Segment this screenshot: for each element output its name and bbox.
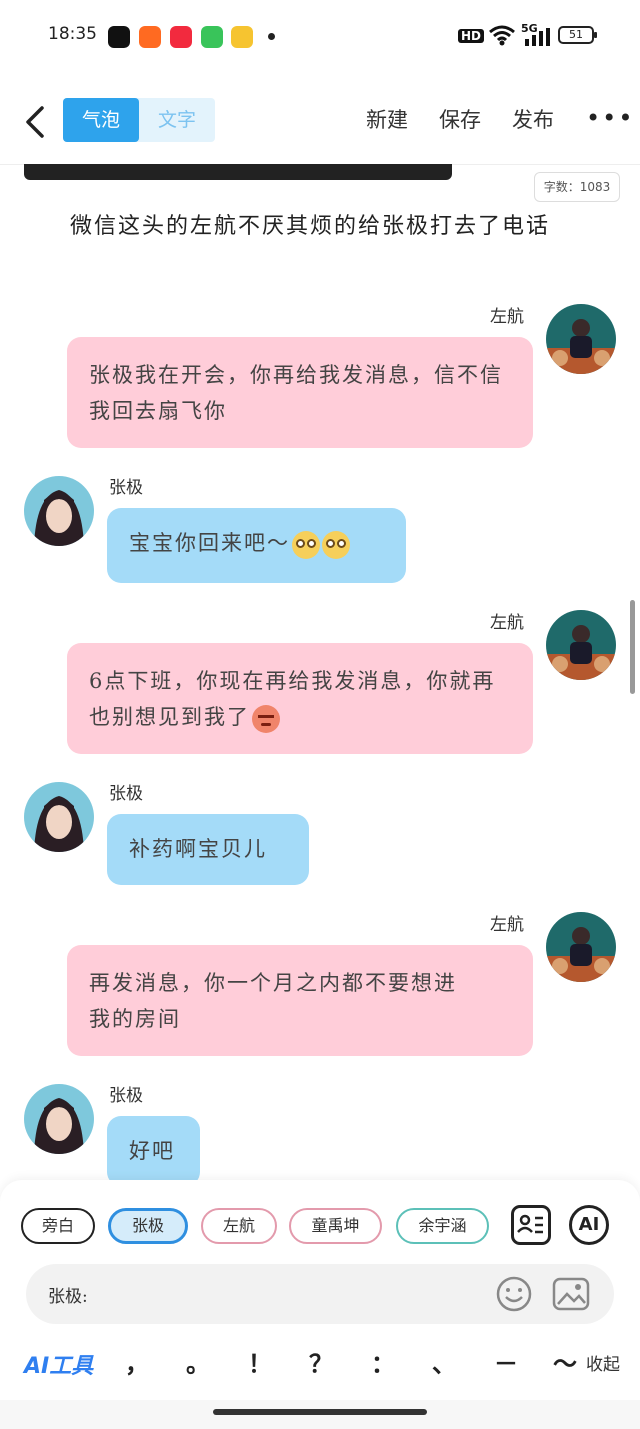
tab-bubble[interactable]: 气泡 [63, 98, 139, 142]
mode-switch: 气泡 文字 [63, 98, 215, 142]
message-input[interactable]: 张极: [26, 1264, 614, 1324]
hd-indicator: HD [458, 29, 485, 43]
new-button[interactable]: 新建 [366, 104, 408, 134]
role-manage-icon[interactable] [511, 1205, 551, 1245]
previous-image-fragment [24, 164, 452, 180]
punctuation-dash[interactable]: － [491, 1344, 521, 1379]
message-text: 补药啊宝贝儿 [129, 837, 267, 861]
role-chip-narration[interactable]: 旁白 [21, 1208, 95, 1244]
sender-name: 张极 [109, 784, 143, 804]
sender-name: 张极 [109, 1086, 143, 1106]
message-text: 6点下班，你现在再给我发消息，你就再也别想见到我了 [89, 669, 496, 729]
role-chip-zuohang[interactable]: 左航 [201, 1208, 277, 1244]
ai-button[interactable]: AI [569, 1205, 609, 1245]
tab-text[interactable]: 文字 [139, 98, 215, 142]
narration-text[interactable]: 微信这头的左航不厌其烦的给张极打去了电话 [28, 206, 608, 248]
emoji-icon[interactable] [496, 1276, 532, 1316]
punctuation-tilde[interactable]: ～ [550, 1344, 580, 1379]
scrollbar[interactable] [630, 600, 635, 694]
back-arrow-icon[interactable] [20, 102, 60, 142]
punctuation-question[interactable]: ？ [306, 1344, 336, 1379]
sender-name: 张极 [109, 478, 143, 498]
message-bubble[interactable]: 6点下班，你现在再给我发消息，你就再也别想见到我了 [67, 643, 533, 754]
message-text: 张极我在开会，你再给我发消息，信不信我回去扇飞你 [89, 363, 503, 423]
signal-icon [524, 28, 550, 50]
role-chip-tongyukun[interactable]: 童禹坤 [289, 1208, 382, 1244]
more-options-icon[interactable]: ••• [586, 104, 634, 132]
status-time: 18:35 [48, 24, 97, 44]
message-bubble[interactable]: 再发消息，你一个月之内都不要想进我的房间 [67, 945, 533, 1056]
angry-face-icon [252, 704, 280, 733]
message-text: 好吧 [129, 1139, 175, 1163]
avatar-zuohang[interactable] [546, 304, 616, 374]
punctuation-colon[interactable]: ： [368, 1344, 398, 1379]
message-bubble[interactable]: 好吧 [107, 1116, 200, 1186]
avatar-zhangji[interactable] [24, 782, 94, 852]
input-speaker-prefix: 张极: [48, 1287, 88, 1307]
sender-name: 左航 [490, 915, 524, 935]
sender-name: 左航 [490, 613, 524, 633]
weibo-icon [231, 26, 253, 48]
message-bubble[interactable]: 张极我在开会，你再给我发消息，信不信我回去扇飞你 [67, 337, 533, 448]
punctuation-enumeration-comma[interactable]: 、 [429, 1344, 459, 1379]
collapse-button[interactable]: 收起 [586, 1350, 620, 1375]
top-navigation: 气泡 文字 新建 保存 发布 ••• [0, 84, 640, 165]
app-icon-orange [139, 26, 161, 48]
pleading-face-icon [292, 530, 320, 559]
video-app-icon [108, 26, 130, 48]
ai-label: AI [578, 1214, 600, 1235]
save-button[interactable]: 保存 [439, 104, 481, 134]
message-bubble[interactable]: 宝宝你回来吧～ [107, 508, 406, 583]
avatar-zuohang[interactable] [546, 912, 616, 982]
punctuation-period[interactable]: 。 [183, 1344, 213, 1379]
ai-tools-button[interactable]: AI工具 [24, 1348, 93, 1380]
app-icon-green [201, 26, 223, 48]
punctuation-comma[interactable]: ， [122, 1344, 152, 1379]
app-icon-red [170, 26, 192, 48]
status-bar: 18:35 HD 5G 51 [0, 0, 640, 72]
image-icon[interactable] [552, 1276, 590, 1316]
message-text: 宝宝你回来吧～ [129, 531, 290, 555]
pleading-face-icon [322, 530, 350, 559]
avatar-zuohang[interactable] [546, 610, 616, 680]
message-bubble[interactable]: 补药啊宝贝儿 [107, 814, 309, 885]
role-chip-zhangji[interactable]: 张极 [108, 1208, 188, 1244]
punctuation-exclamation[interactable]: ！ [245, 1344, 275, 1379]
wifi-icon [488, 24, 516, 50]
battery-icon: 51 [558, 26, 597, 44]
home-indicator[interactable] [213, 1409, 427, 1415]
avatar-zhangji[interactable] [24, 1084, 94, 1154]
avatar-zhangji[interactable] [24, 476, 94, 546]
word-count-badge: 字数：1083 [534, 172, 620, 202]
role-chip-yuyuhan[interactable]: 余宇涵 [396, 1208, 489, 1244]
publish-button[interactable]: 发布 [512, 104, 554, 134]
notification-dot [268, 33, 275, 40]
message-text: 再发消息，你一个月之内都不要想进我的房间 [89, 971, 457, 1031]
sender-name: 左航 [490, 307, 524, 327]
